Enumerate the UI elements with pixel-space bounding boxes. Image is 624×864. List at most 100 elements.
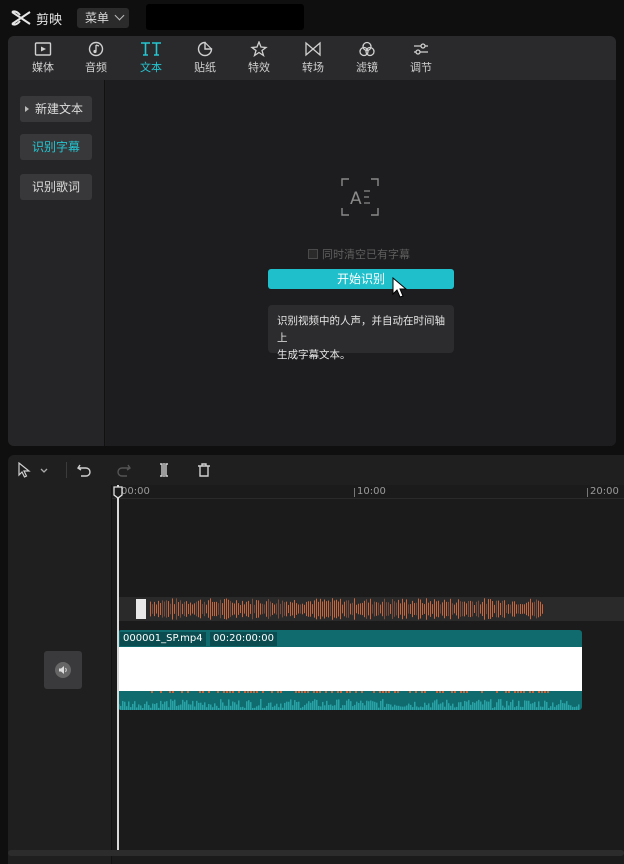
waveform-bar (490, 599, 491, 619)
tab-sticker[interactable]: 贴纸 (179, 38, 231, 80)
waveform-bar (240, 604, 241, 614)
clip-waveform-bar (522, 706, 524, 710)
waveform-bar (166, 600, 167, 618)
waveform-bar (260, 603, 261, 615)
waveform-bar (508, 604, 509, 614)
checkbox-box[interactable] (308, 249, 318, 259)
chevron-down-icon[interactable] (39, 462, 49, 478)
clip-waveform-bar (274, 705, 276, 710)
tab-effects[interactable]: 特效 (233, 38, 285, 80)
effects-icon (250, 41, 268, 57)
timeline-tracks[interactable]: 00:00 10:00 20:00 000001_SP.mp4 00:20:00… (112, 485, 624, 864)
tab-adjust[interactable]: 调节 (395, 38, 447, 80)
clip-waveform-bar (504, 707, 506, 710)
playhead-handle-icon[interactable] (113, 486, 123, 499)
delete-icon[interactable] (196, 462, 212, 478)
clip-waveform-bar (564, 703, 566, 710)
clip-waveform-mark (337, 691, 339, 693)
waveform-bar (368, 602, 369, 616)
clip-waveform-bar (350, 701, 352, 710)
select-pointer-icon[interactable] (17, 462, 33, 478)
waveform-bar (252, 598, 253, 620)
clip-waveform-bar (370, 700, 372, 710)
tab-audio[interactable]: 音频 (70, 38, 122, 80)
audio-waveform-track[interactable] (118, 597, 624, 621)
tab-media[interactable]: 媒体 (17, 38, 69, 80)
undo-icon[interactable] (76, 462, 92, 478)
clip-waveform-bar (132, 703, 134, 710)
redo-icon[interactable] (116, 462, 132, 478)
menu-button[interactable]: 菜单 (77, 8, 129, 28)
waveform-bar (274, 604, 275, 614)
waveform-bar (418, 598, 419, 620)
waveform-bar (220, 599, 221, 619)
waveform-bar (380, 604, 381, 614)
clip-waveform-bar (464, 700, 466, 710)
clip-waveform-bar (304, 705, 306, 710)
time-ruler: 00:00 10:00 20:00 (112, 485, 624, 499)
clip-waveform-bar (214, 703, 216, 710)
waveform-bar (168, 601, 169, 617)
clip-waveform-bar (208, 703, 210, 710)
tab-text-label: 文本 (140, 61, 162, 74)
waveform-bar (316, 598, 317, 620)
clip-waveform-bar (120, 705, 122, 710)
waveform-bar (286, 601, 287, 617)
start-recognition-button[interactable]: 开始识别 (268, 269, 454, 289)
tab-transition[interactable]: 转场 (287, 38, 339, 80)
waveform-bar (222, 603, 223, 615)
waveform-bar (496, 600, 497, 618)
recognition-tooltip: 识别视频中的人声，并自动在时间轴上 生成字幕文本。 (268, 305, 454, 361)
project-name-box[interactable] (146, 4, 304, 30)
playhead[interactable] (113, 485, 123, 850)
waveform-bar (334, 600, 335, 618)
waveform-bar (302, 603, 303, 615)
clip-waveform-bar (310, 702, 312, 710)
clip-waveform-bar (368, 701, 370, 710)
tab-text[interactable]: 文本 (125, 38, 177, 80)
clear-existing-checkbox[interactable]: 同时清空已有字幕 (308, 246, 410, 262)
waveform-bar (420, 599, 421, 619)
clip-waveform-bar (438, 704, 440, 710)
tab-media-label: 媒体 (32, 61, 54, 74)
waveform-bar (384, 598, 385, 620)
waveform-bar (282, 600, 283, 618)
clip-waveform-bar (560, 699, 562, 710)
clip-waveform-bar (474, 702, 476, 710)
clip-waveform-bar (456, 706, 458, 710)
waveform-bar (502, 600, 503, 618)
sidebar-item-recognize-lyrics[interactable]: 识别歌词 (20, 174, 92, 200)
clip-waveform-bar (294, 700, 296, 710)
waveform-bar (416, 602, 417, 616)
video-clip[interactable]: 000001_SP.mp4 00:20:00:00 (118, 630, 582, 710)
clip-waveform-bar (420, 706, 422, 710)
split-icon[interactable] (156, 462, 172, 478)
waveform-bar (160, 603, 161, 615)
track-audio-toggle[interactable] (44, 651, 82, 689)
tab-filter[interactable]: 滤镜 (341, 38, 393, 80)
clip-waveform-mark (520, 691, 522, 693)
clip-waveform-mark (280, 691, 282, 693)
clip-waveform-bar (216, 705, 218, 710)
tooltip-line-2: 生成字幕文本。 (277, 349, 351, 361)
clip-waveform-mark (436, 691, 438, 693)
clip-waveform-bar (182, 699, 184, 710)
ruler-tick (587, 488, 588, 497)
sidebar-item-recognize-subtitles[interactable]: 识别字幕 (20, 134, 92, 160)
timeline-scrollbar[interactable] (8, 850, 624, 856)
clip-waveform-bar (500, 699, 502, 710)
waveform-bar (514, 601, 515, 617)
clip-waveform-mark (244, 691, 246, 693)
tab-audio-label: 音频 (85, 61, 107, 74)
sidebar-item-new-text[interactable]: 新建文本 (20, 96, 92, 122)
waveform-bar (278, 599, 279, 619)
clip-waveform-bar (284, 702, 286, 710)
waveform-bar (150, 601, 151, 617)
clip-waveform-mark (349, 691, 351, 693)
waveform-bar (236, 600, 237, 618)
clip-waveform-bar (568, 704, 570, 710)
waveform-bar (206, 604, 207, 614)
clip-waveform-bar (518, 700, 520, 710)
clip-waveform-bar (148, 705, 150, 710)
waveform-bar (538, 600, 539, 618)
